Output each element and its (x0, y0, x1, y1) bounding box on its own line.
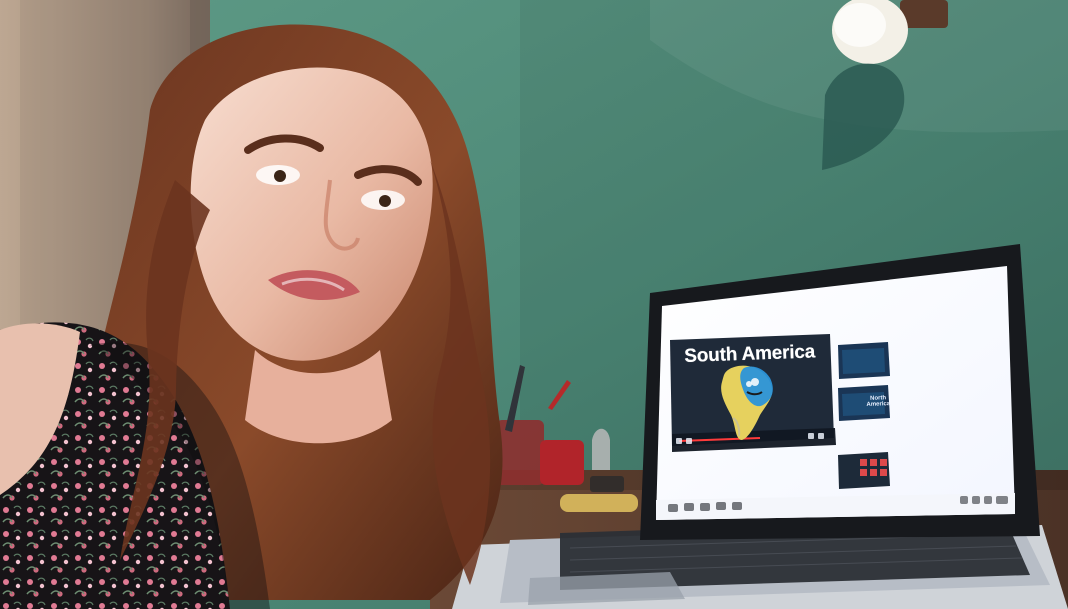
laptop-thumbnail-label: North America (866, 395, 891, 408)
recommended-thumbnails-shape (838, 342, 890, 489)
webcam-scene (0, 0, 1068, 609)
video-frame: South America North America (0, 0, 1068, 609)
